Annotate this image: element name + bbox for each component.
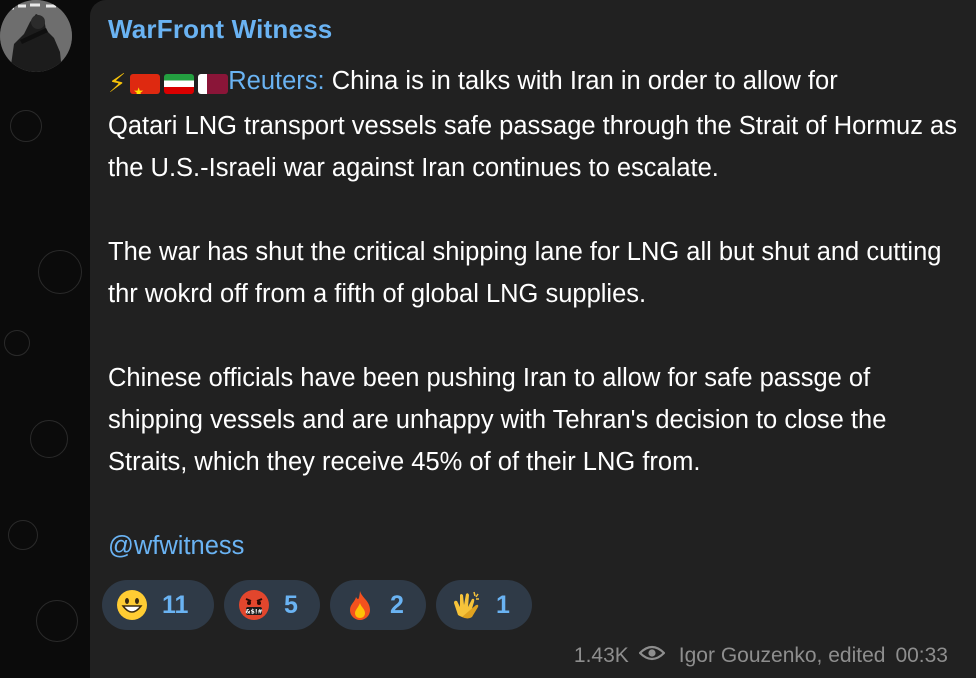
source-link[interactable]: Reuters:: [228, 67, 324, 95]
doodle-pattern: [36, 600, 78, 642]
channel-name[interactable]: WarFront Witness: [108, 14, 332, 45]
view-count: 1.43K: [573, 644, 629, 667]
author-signature: Igor Gouzenko, edited: [678, 644, 886, 667]
reaction-fire[interactable]: 2: [330, 580, 426, 630]
message-line1-text: China is in talks with Iran in order to …: [324, 67, 838, 95]
iran-flag-icon: [164, 74, 195, 94]
doodle-pattern: [30, 420, 68, 458]
eye-icon: [638, 644, 666, 668]
doodle-pattern: [8, 520, 38, 550]
message-text: ⚡ Reuters: China is in talks with Iran i…: [108, 60, 958, 567]
reactions-bar: 11 &$!# 5 2 1: [102, 580, 532, 630]
fire-icon: [344, 589, 376, 621]
lead-icons: ⚡: [108, 62, 229, 105]
reaction-count: 2: [390, 590, 404, 619]
reaction-count: 11: [162, 590, 189, 619]
doodle-pattern: [38, 250, 82, 294]
doodle-pattern: [10, 110, 42, 142]
reaction-cursing[interactable]: &$!# 5: [224, 580, 320, 630]
doodle-pattern: [4, 330, 30, 356]
reaction-grinning[interactable]: 11: [102, 580, 214, 630]
channel-handle-link[interactable]: @wfwitness: [108, 525, 958, 567]
channel-avatar[interactable]: [0, 0, 72, 72]
soldier-avatar-icon: [0, 0, 72, 72]
paragraph-3: Chinese officials have been pushing Iran…: [108, 364, 887, 476]
cursing-face-icon: &$!#: [238, 589, 270, 621]
clapping-hands-icon: [450, 589, 482, 621]
reaction-count: 5: [284, 590, 298, 619]
grinning-face-icon: [116, 589, 148, 621]
message-time: 00:33: [895, 644, 948, 667]
message-bubble[interactable]: WarFront Witness ⚡ Reuters: China is in …: [90, 0, 976, 678]
paragraph-1: Qatari LNG transport vessels safe passag…: [108, 112, 957, 182]
paragraph-2: The war has shut the critical shipping l…: [108, 238, 942, 308]
message-meta: 1.43K Igor Gouzenko, edited 00:33: [574, 644, 948, 668]
lightning-icon: ⚡: [108, 68, 127, 98]
svg-text:&$!#: &$!#: [245, 609, 262, 616]
china-flag-icon: [130, 74, 161, 94]
message-first-line: ⚡ Reuters: China is in talks with Iran i…: [108, 60, 958, 105]
reaction-count: 1: [496, 590, 510, 619]
reaction-clap[interactable]: 1: [436, 580, 532, 630]
qatar-flag-icon: [198, 74, 229, 94]
